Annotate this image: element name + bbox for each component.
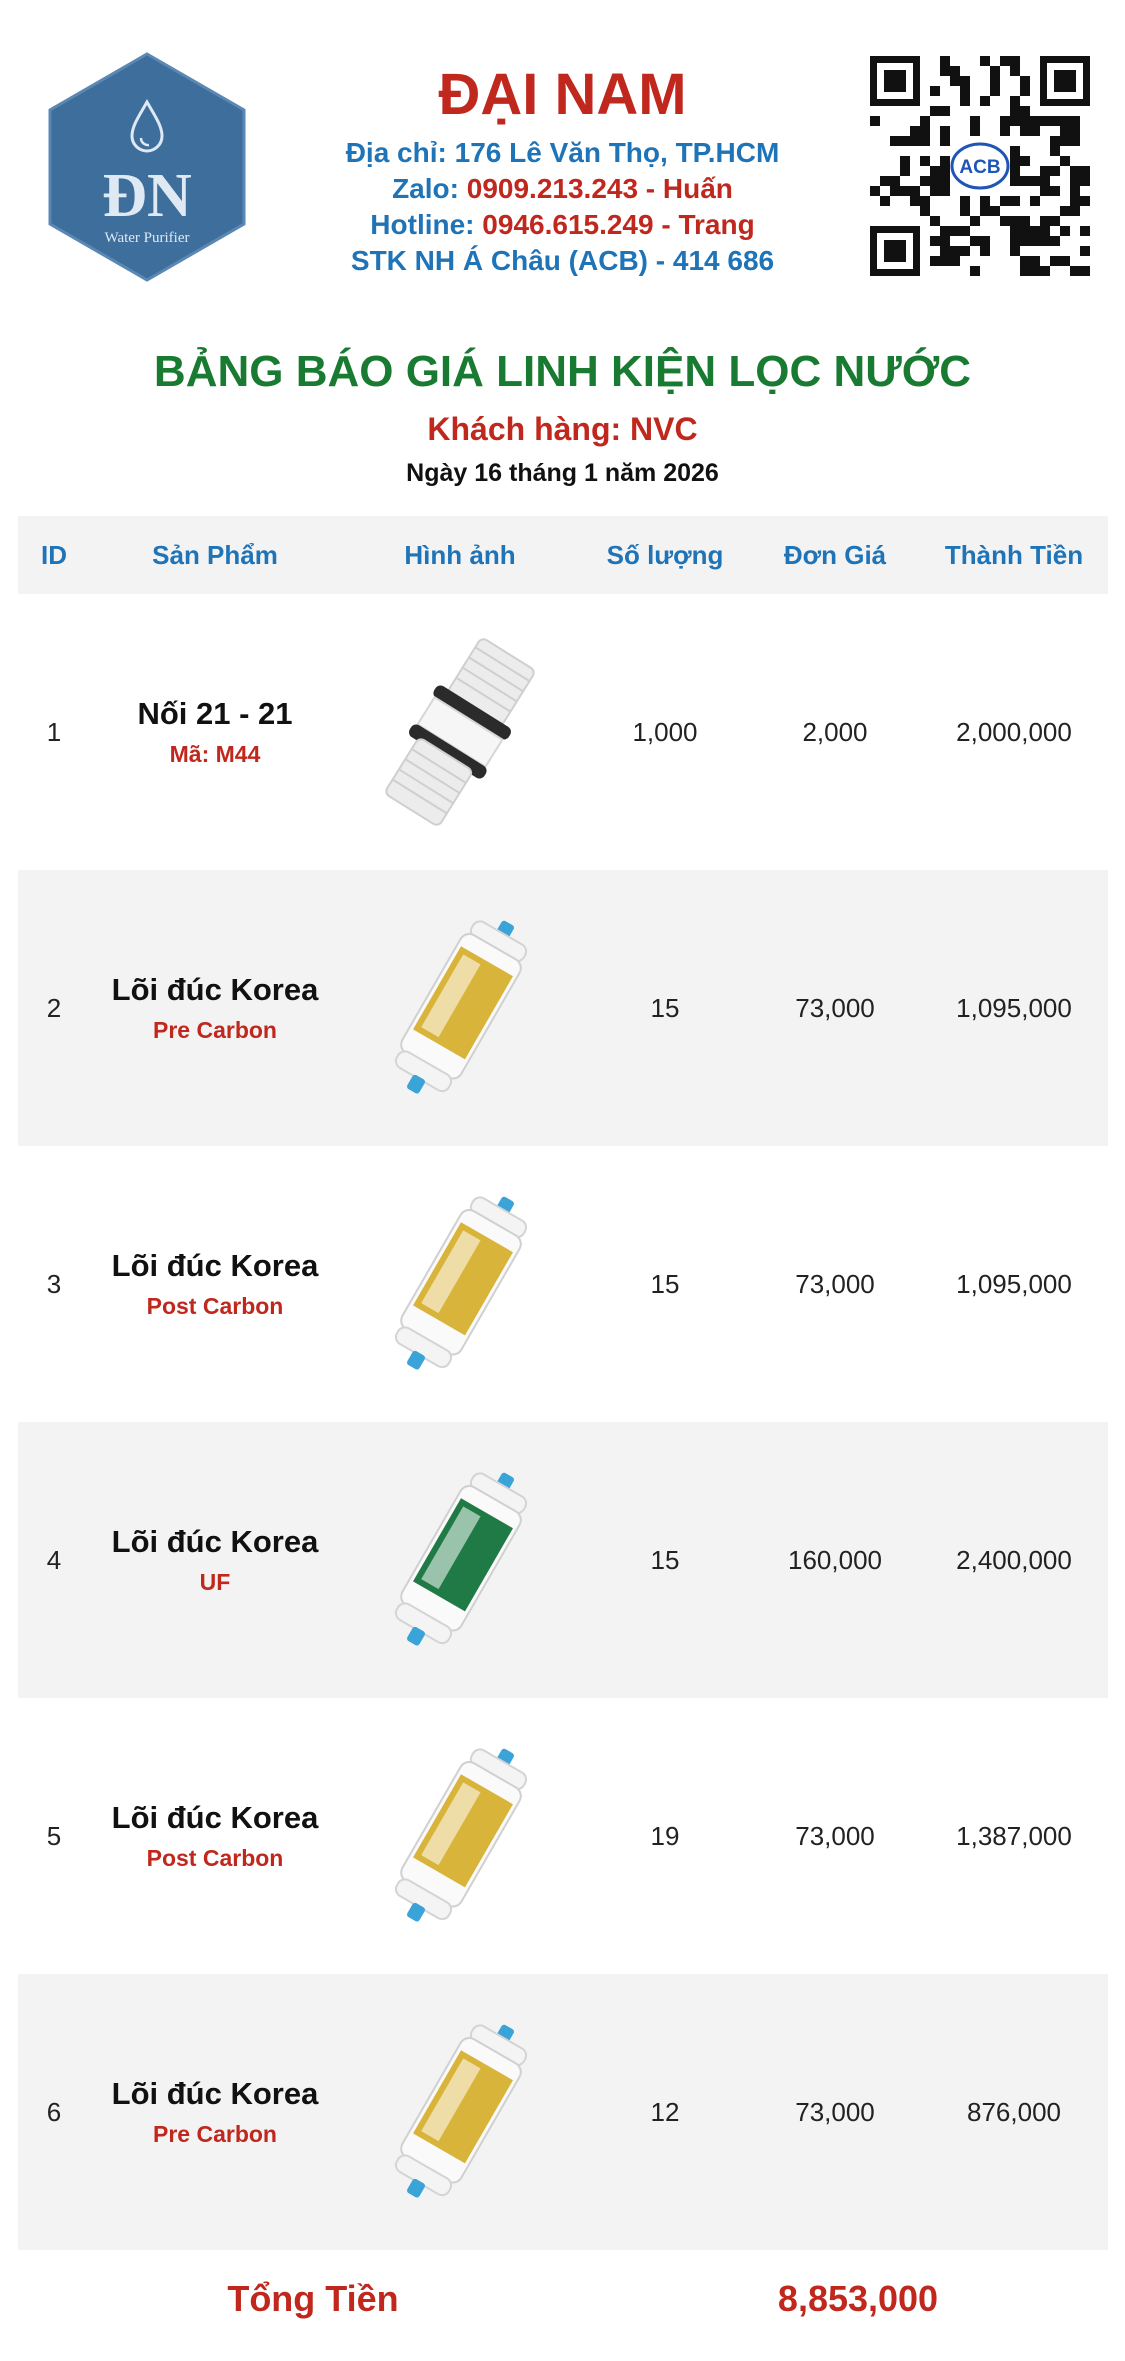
product-name: Lõi đúc Korea <box>111 2076 319 2111</box>
header-id: ID <box>41 539 67 570</box>
quantity: 1,000 <box>632 716 698 747</box>
pre-carbon-filter-image <box>394 920 528 1094</box>
table-row: 4 Lõi đúc Korea UF 15 160,000 2,400,000 <box>18 1422 1108 1698</box>
post-carbon-filter-image <box>394 1196 528 1370</box>
row-id: 5 <box>46 1820 62 1851</box>
header-unit-price: Đơn Giá <box>783 539 887 570</box>
quantity: 12 <box>650 2096 680 2127</box>
uf-filter-image <box>394 1472 528 1646</box>
zalo-label: Zalo: <box>392 173 459 204</box>
document-date: Ngày 16 tháng 1 năm 2026 <box>406 459 719 487</box>
line-total: 1,095,000 <box>956 992 1072 1023</box>
product-cell: Lõi đúc Korea Pre Carbon <box>90 2072 340 2152</box>
row-id: 1 <box>46 716 62 747</box>
connector-fitting-image <box>385 638 535 826</box>
document-title: BẢNG BÁO GIÁ LINH KIỆN LỌC NƯỚC <box>153 347 972 396</box>
line-total: 1,095,000 <box>956 1268 1072 1299</box>
product-image-cell <box>340 1184 580 1384</box>
total-value: 8,853,000 <box>777 2278 939 2319</box>
qr-code: ACB <box>870 56 1090 276</box>
header-quantity: Số lượng <box>606 539 724 570</box>
product-name: Lõi đúc Korea <box>111 972 319 1007</box>
unit-price: 73,000 <box>795 2096 875 2127</box>
product-cell: Lõi đúc Korea Post Carbon <box>90 1796 340 1876</box>
product-code: UF <box>199 1569 231 1595</box>
header-total: Thành Tiền <box>944 539 1084 570</box>
product-name: Lõi đúc Korea <box>111 1524 319 1559</box>
product-image-cell <box>340 632 580 832</box>
product-cell: Lõi đúc Korea Post Carbon <box>90 1244 340 1324</box>
bank-account: STK NH Á Châu (ACB) - 414 686 <box>350 245 775 276</box>
quantity: 19 <box>650 1820 680 1851</box>
row-id: 6 <box>46 2096 62 2127</box>
total-summary: Tổng Tiền 8,853,000 <box>18 2250 1108 2350</box>
pre-carbon-filter-image <box>394 2024 528 2198</box>
line-total: 1,387,000 <box>956 1820 1072 1851</box>
table-body: 1 Nối 21 - 21 Mã: M44 1,000 2,000 2,000,… <box>18 594 1108 2250</box>
product-code: Mã: M44 <box>169 741 261 767</box>
table-row: 6 Lõi đúc Korea Pre Carbon 12 73,000 876… <box>18 1974 1108 2250</box>
table-row: 5 Lõi đúc Korea Post Carbon 19 73,000 1,… <box>18 1698 1108 1974</box>
product-cell: Lõi đúc Korea Pre Carbon <box>90 968 340 1048</box>
product-name: Nối 21 - 21 <box>137 696 293 731</box>
header-product: Sản Phẩm <box>152 539 278 570</box>
quantity: 15 <box>650 992 680 1023</box>
unit-price: 160,000 <box>788 1544 882 1575</box>
hotline-line: Hotline: 0946.615.249 - Trang <box>300 207 825 243</box>
row-id: 2 <box>46 992 62 1023</box>
company-name: ĐẠI NAM <box>438 62 687 127</box>
product-code: Post Carbon <box>146 1845 284 1871</box>
line-total: 876,000 <box>967 2096 1061 2127</box>
product-cell: Nối 21 - 21 Mã: M44 <box>90 692 340 772</box>
table-header: ID Sản Phẩm Hình ảnh Số lượng Đơn Giá Th… <box>18 516 1108 594</box>
product-code: Pre Carbon <box>153 2121 277 2147</box>
post-carbon-filter-image <box>394 1748 528 1922</box>
line-total: 2,000,000 <box>956 716 1072 747</box>
product-code: Post Carbon <box>146 1293 284 1319</box>
address-line: Địa chỉ: 176 Lê Văn Thọ, TP.HCM <box>300 135 825 171</box>
product-name: Lõi đúc Korea <box>111 1800 319 1835</box>
unit-price: 2,000 <box>802 716 868 747</box>
hotline-label: Hotline: <box>370 209 475 240</box>
logo-text: ĐN <box>102 162 192 230</box>
table-row: 2 Lõi đúc Korea Pre Carbon 15 73,000 1,0… <box>18 870 1108 1146</box>
company-logo: ĐN Water Purifier <box>48 52 246 282</box>
line-total: 2,400,000 <box>956 1544 1072 1575</box>
qr-badge: ACB <box>959 157 1000 178</box>
quote-table: ID Sản Phẩm Hình ảnh Số lượng Đơn Giá Th… <box>18 516 1108 2250</box>
address-value: 176 Lê Văn Thọ, TP.HCM <box>454 137 780 168</box>
unit-price: 73,000 <box>795 1268 875 1299</box>
quantity: 15 <box>650 1268 680 1299</box>
product-cell: Lõi đúc Korea UF <box>90 1520 340 1600</box>
zalo-line: Zalo: 0909.213.243 - Huấn <box>300 171 825 207</box>
company-info: ĐẠI NAM Địa chỉ: 176 Lê Văn Thọ, TP.HCM … <box>300 55 825 279</box>
zalo-value: 0909.213.243 - Huấn <box>466 173 733 204</box>
hotline-value: 0946.615.249 - Trang <box>482 209 755 240</box>
product-name: Lõi đúc Korea <box>111 1248 319 1283</box>
product-image-cell <box>340 1736 580 1936</box>
table-row: 3 Lõi đúc Korea Post Carbon 15 73,000 1,… <box>18 1146 1108 1422</box>
row-id: 4 <box>46 1544 62 1575</box>
customer-name: Khách hàng: NVC <box>427 411 698 447</box>
unit-price: 73,000 <box>795 1820 875 1851</box>
row-id: 3 <box>46 1268 62 1299</box>
quantity: 15 <box>650 1544 680 1575</box>
product-image-cell <box>340 908 580 1108</box>
unit-price: 73,000 <box>795 992 875 1023</box>
product-image-cell <box>340 2012 580 2212</box>
header: ĐN Water Purifier ĐẠI NAM Địa chỉ: 176 L… <box>0 0 1125 320</box>
address-label: Địa chỉ: <box>345 137 447 168</box>
product-code: Pre Carbon <box>153 1017 277 1043</box>
table-row: 1 Nối 21 - 21 Mã: M44 1,000 2,000 2,000,… <box>18 594 1108 870</box>
header-image: Hình ảnh <box>404 539 516 570</box>
total-label: Tổng Tiền <box>227 2278 399 2319</box>
logo-subtext: Water Purifier <box>104 230 189 246</box>
product-image-cell <box>340 1460 580 1660</box>
